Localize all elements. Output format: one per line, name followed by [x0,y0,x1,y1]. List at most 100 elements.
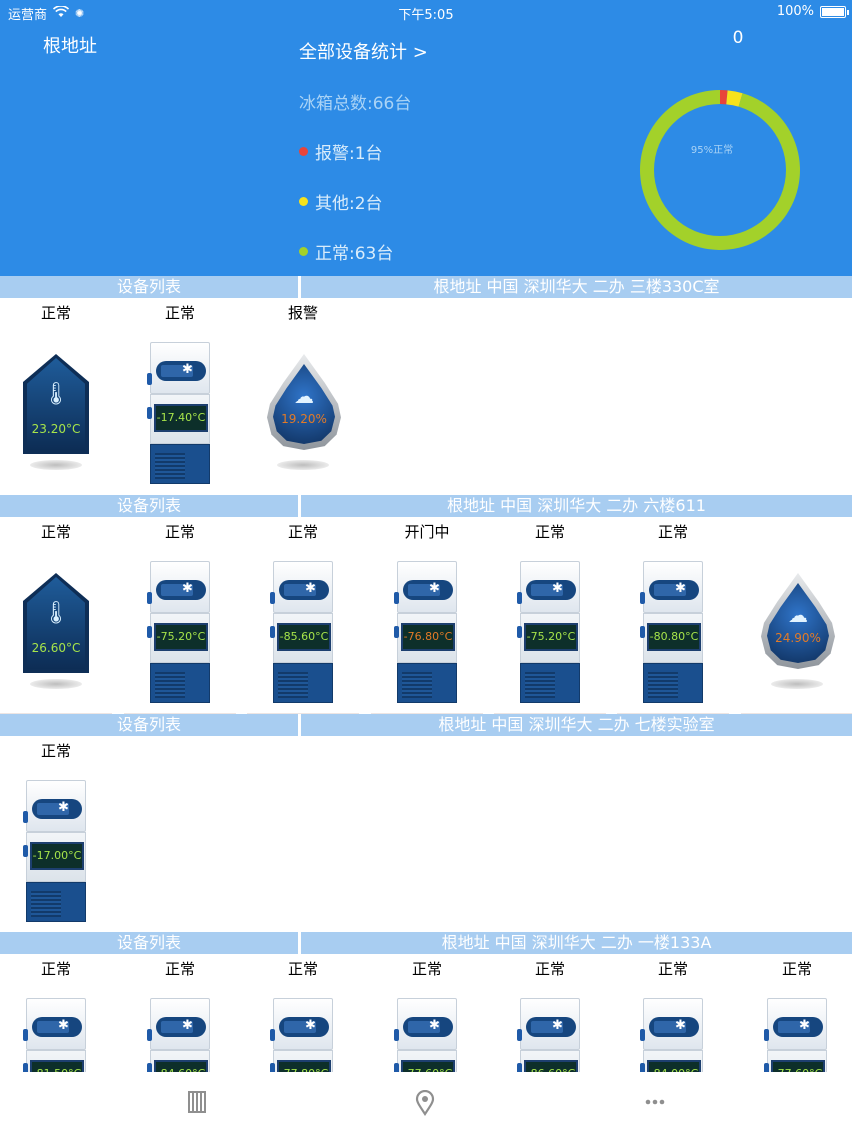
device-status: 正常 [40,742,71,760]
location-path: 根地址 中国 深圳华大 二办 三楼330C室 [301,276,852,298]
thermometer-icon: 🌡 [42,601,70,626]
room-temperature: 23.20°C [31,422,81,436]
device-status: 正常 [164,960,195,978]
device-card[interactable]: 正常 ✱ -81.50°C [0,954,112,1136]
device-card[interactable]: 报警 ☁ 19.20% 330C小房间湿度🔧 [247,298,359,517]
device-section: 设备列表 根地址 中国 深圳华大 二办 一楼133A 正常 ✱ -81.50°C… [0,932,852,1136]
humidity-value: 19.20% [281,412,327,426]
normal-stat: 正常:63台 [299,239,393,264]
freezer-temperature: -80.80°C [647,623,701,651]
thermometer-icon: 🌡 [42,382,70,407]
device-status: 正常 [781,960,812,978]
freezer-temperature: -17.00°C [30,842,84,870]
battery-percent: 100% [776,4,814,19]
summary-header: 运营商 ✺ 下午5:05 100% 根地址 全部设备统计 > 冰箱总数:66台 … [0,0,852,276]
device-list-tab-label[interactable]: 设备列表 [0,495,298,517]
humidity-value: 24.90% [775,631,821,645]
device-list-tab-label[interactable]: 设备列表 [0,932,298,954]
location-pin-icon [415,1089,435,1116]
device-status: 正常 [164,523,195,541]
device-status: 正常 [657,523,688,541]
icon-shadow [771,679,823,689]
freezer-icon: ✱ -80.80°C [640,561,703,703]
freezer-temperature: -85.60°C [277,623,331,651]
device-section: 设备列表 根地址 中国 深圳华大 二办 六楼611 正常 🌡 26.60°C 6… [0,495,852,735]
section-header: 设备列表 根地址 中国 深圳华大 二办 一楼133A [0,932,852,954]
freezer-icon: ✱ -85.60°C [270,561,333,703]
donut-center-label: 95%正常 [691,143,733,156]
device-card[interactable]: 正常 ✱ -84.00°C [617,954,729,1136]
device-card[interactable]: 正常 ✱ -75.20°C A41 [494,517,606,735]
rain-cloud-icon: ☁ [788,603,808,627]
device-card[interactable]: 正常 ✱ -75.20°C A34 [124,517,236,735]
device-card[interactable]: ☁ 24.90% 611B湿度🔧 [741,517,852,735]
freezer-icon: ✱ -17.40°C [147,342,210,484]
device-section: 设备列表 根地址 中国 深圳华大 二办 三楼330C室 正常 🌡 23.20°C… [0,276,852,517]
device-status: 正常 [411,960,442,978]
root-title: 根地址 [43,36,97,57]
device-status: 正常 [534,960,565,978]
freezer-temperature: -75.20°C [524,623,578,651]
device-card[interactable]: 正常 ✱ -77.60°C [741,954,852,1136]
location-tab[interactable] [405,1089,445,1120]
clock: 下午5:05 [398,8,454,23]
freezer-icon: ✱ -75.20°C [517,561,580,703]
tab-bar [0,1072,852,1136]
device-card[interactable]: 正常 ✱ -17.00°C 冷柜 [0,736,112,954]
section-header: 设备列表 根地址 中国 深圳华大 二办 三楼330C室 [0,276,852,298]
freezer-temperature: -17.40°C [154,404,208,432]
device-status: 正常 [40,523,71,541]
device-list-tab-label[interactable]: 设备列表 [0,276,298,298]
humidity-drop-icon: ☁ 24.90% [761,573,835,669]
device-card[interactable]: 开门中 ✱ -76.80°C A48🔧 [371,517,483,735]
device-section: 设备列表 根地址 中国 深圳华大 二办 七楼实验室 正常 ✱ -17.00°C … [0,714,852,954]
device-card[interactable]: 正常 ✱ -84.60°C [124,954,236,1136]
freezer-icon: ✱ -76.80°C [394,561,457,703]
device-status: 正常 [164,304,195,322]
device-list-tab-label[interactable]: 设备列表 [0,714,298,736]
location-path: 根地址 中国 深圳华大 二办 一楼133A [301,932,852,954]
rain-cloud-icon: ☁ [294,384,314,408]
device-status: 正常 [40,304,71,322]
section-header: 设备列表 根地址 中国 深圳华大 二办 六楼611 [0,495,852,517]
other-stat-label: 其他:2台 [315,194,383,214]
more-dots-icon [645,1099,665,1105]
device-status: 正常 [40,960,71,978]
room-temperature-icon: 🌡 23.20°C [23,354,89,454]
device-status: 正常 [534,523,565,541]
device-card[interactable]: 正常 ✱ -86.60°C [494,954,606,1136]
alarm-dot-icon [299,147,308,156]
device-card[interactable]: 正常 ✱ -77.60°C [371,954,483,1136]
device-card[interactable]: 正常 🌡 26.60°C 611B室温 [0,517,112,735]
alarm-badge[interactable]: 0 [700,28,776,48]
other-stat: 其他:2台 [299,189,383,214]
other-dot-icon [299,197,308,206]
status-donut-chart[interactable]: 95%正常 [639,89,801,251]
normal-dot-icon [299,247,308,256]
freezer-temperature: -75.20°C [154,623,208,651]
device-status: 正常 [287,960,318,978]
alarm-stat: 报警:1台 [299,139,383,164]
device-card[interactable]: 正常 🌡 23.20°C 330C小房间温度 [0,298,112,517]
list-icon [188,1091,206,1113]
humidity-drop-icon: ☁ 19.20% [267,354,341,450]
device-card[interactable]: 正常 ✱ -17.40°C -20度冰箱 [124,298,236,517]
device-list-tab[interactable] [177,1090,217,1120]
location-path: 根地址 中国 深圳华大 二办 七楼实验室 [301,714,852,736]
freezer-icon: ✱ -17.00°C [23,780,86,922]
device-status: 开门中 [404,523,450,541]
device-status: 正常 [287,523,318,541]
freezer-temperature: -76.80°C [401,623,455,651]
all-devices-stats-link[interactable]: 全部设备统计 > [299,38,428,64]
icon-shadow [30,460,82,470]
device-card[interactable]: 正常 ✱ -85.60°C A23 [247,517,359,735]
more-tab[interactable] [635,1090,675,1120]
device-card[interactable]: 正常 ✱ -80.80°C A49 [617,517,729,735]
device-card[interactable]: 正常 ✱ -77.80°C [247,954,359,1136]
fridge-total: 冰箱总数:66台 [299,94,412,114]
device-status: 报警 [287,304,318,322]
icon-shadow [277,460,329,470]
freezer-icon: ✱ -75.20°C [147,561,210,703]
room-temperature: 26.60°C [31,641,81,655]
normal-stat-label: 正常:63台 [315,244,394,264]
